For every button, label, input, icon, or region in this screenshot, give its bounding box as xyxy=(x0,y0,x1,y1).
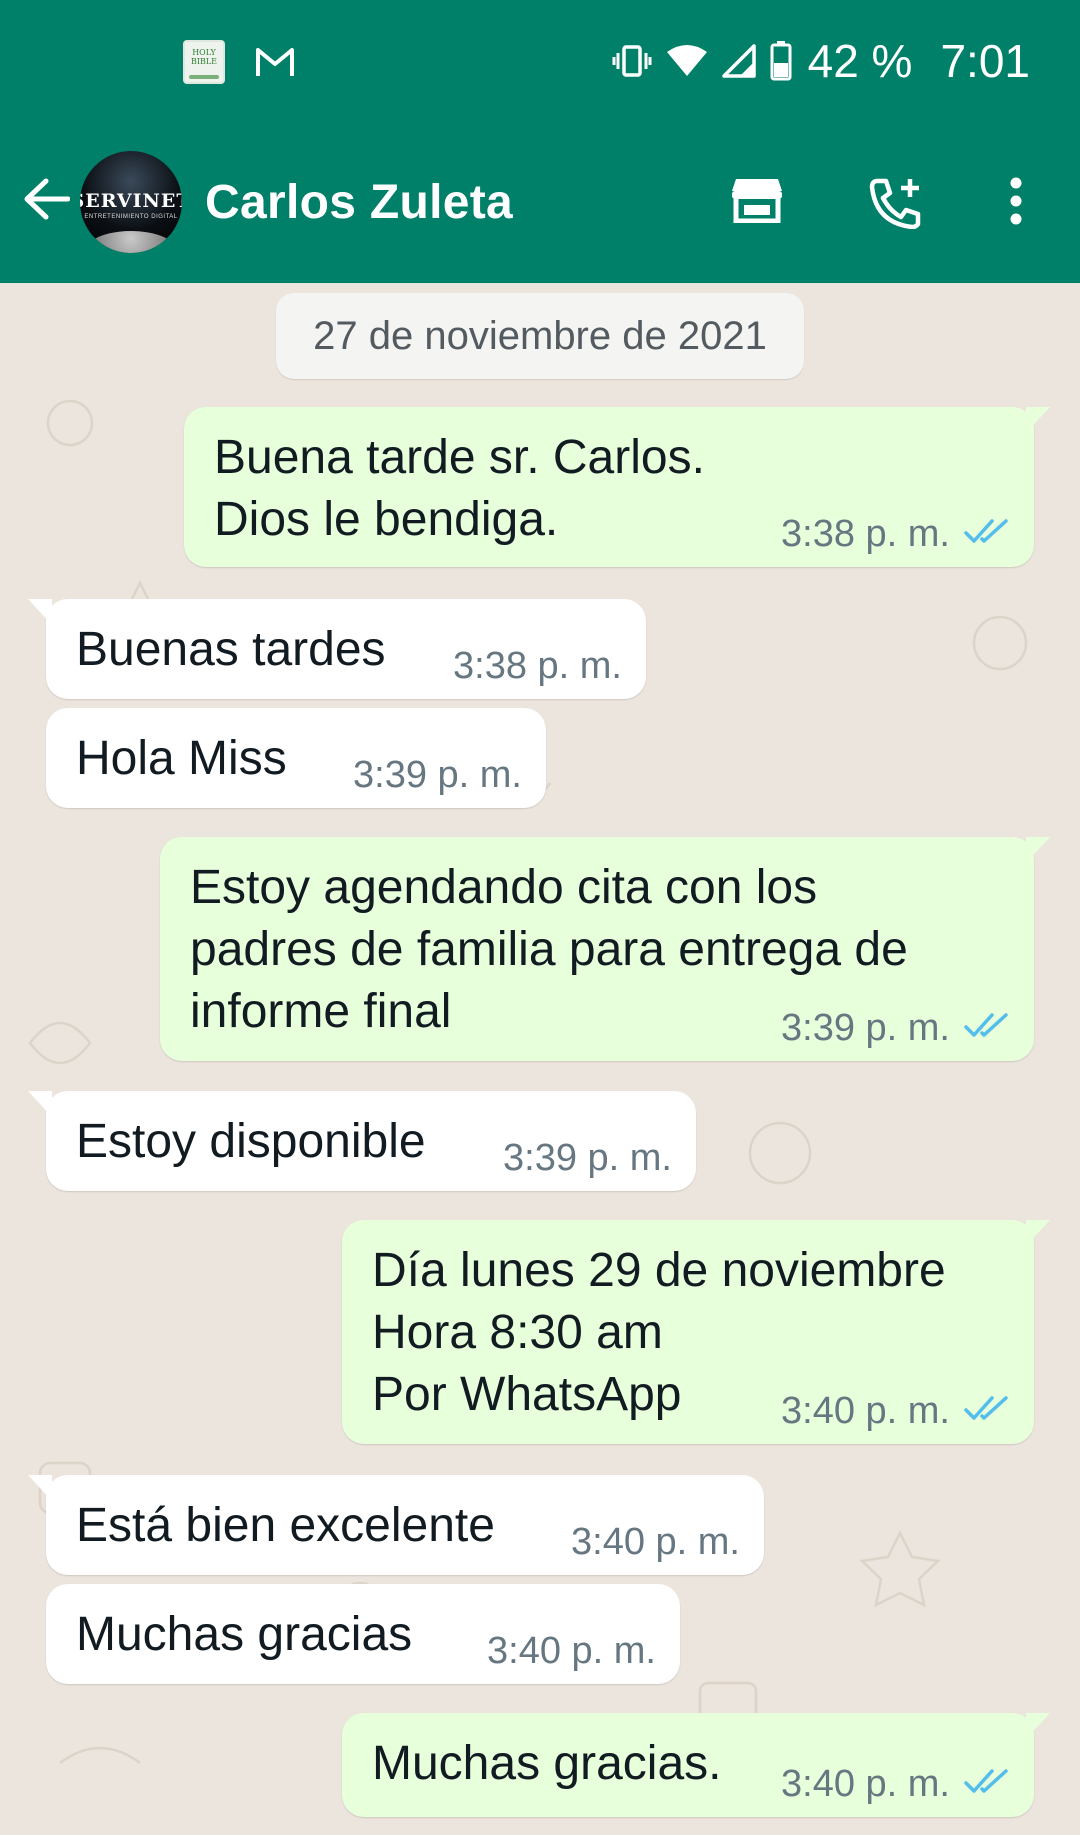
bubble-tail xyxy=(1026,1713,1050,1739)
read-receipt-icon xyxy=(964,1003,1010,1053)
bubble-tail xyxy=(28,1475,52,1501)
vibrate-icon xyxy=(612,44,652,78)
chat-header: SERVINET ENTRETENIMIENTO DIGITAL Carlos … xyxy=(0,125,1080,283)
message-outgoing[interactable]: Estoy agendando cita con los padres de f… xyxy=(160,837,1050,1061)
message-text: Muchas gracias. xyxy=(372,1737,722,1790)
gmail-icon xyxy=(255,46,295,78)
signal-icon xyxy=(721,44,756,78)
message-outgoing[interactable]: Muchas gracias. 3:40 p. m. xyxy=(342,1713,1050,1817)
date-divider: 27 de noviembre de 2021 xyxy=(276,293,804,379)
read-receipt-icon xyxy=(964,1386,1010,1436)
message-time: 3:40 p. m. xyxy=(781,1390,950,1432)
message-incoming[interactable]: Está bien excelente 3:40 p. m. xyxy=(28,1475,764,1575)
contact-name[interactable]: Carlos Zuleta xyxy=(205,175,513,230)
message-meta: 3:40 p. m. xyxy=(781,1386,1010,1436)
read-receipt-icon xyxy=(964,1759,1010,1809)
avatar[interactable]: SERVINET ENTRETENIMIENTO DIGITAL xyxy=(80,151,182,253)
bubble-tail xyxy=(1026,837,1050,863)
message-outgoing[interactable]: Buena tarde sr. Carlos. Dios le bendiga.… xyxy=(184,407,1050,567)
message-meta: 3:40 p. m. xyxy=(487,1626,656,1676)
message-meta: 3:39 p. m. xyxy=(781,1003,1010,1053)
bible-icon-label: HOLY BIBLE xyxy=(190,48,218,66)
avatar-moon xyxy=(86,231,176,253)
chat-area[interactable]: 27 de noviembre de 2021 Buena tarde sr. … xyxy=(0,283,1080,1835)
clock: 7:01 xyxy=(940,35,1030,87)
message-time: 3:39 p. m. xyxy=(503,1137,672,1179)
message-text: Buena tarde sr. Carlos. Dios le bendiga. xyxy=(214,431,705,546)
system-status: 42 % 7:01 xyxy=(612,34,1030,88)
message-meta: 3:40 p. m. xyxy=(781,1759,1010,1809)
back-arrow-icon[interactable] xyxy=(22,177,71,226)
message-text: Está bien excelente xyxy=(76,1499,495,1552)
message-incoming[interactable]: Muchas gracias 3:40 p. m. xyxy=(46,1584,680,1684)
message-incoming[interactable]: Buenas tardes 3:38 p. m. xyxy=(28,599,646,699)
wifi-icon xyxy=(666,44,708,78)
avatar-brand: SERVINET xyxy=(80,190,182,212)
message-meta: 3:39 p. m. xyxy=(503,1133,672,1183)
message-incoming[interactable]: Estoy disponible 3:39 p. m. xyxy=(28,1091,696,1191)
message-meta: 3:38 p. m. xyxy=(453,641,622,691)
message-text: Buenas tardes xyxy=(76,623,386,676)
message-outgoing[interactable]: Día lunes 29 de noviembre Hora 8:30 am P… xyxy=(342,1220,1050,1444)
message-time: 3:40 p. m. xyxy=(571,1521,740,1563)
shop-icon[interactable] xyxy=(730,177,784,228)
bubble-tail xyxy=(28,599,52,625)
message-text: Hola Miss xyxy=(76,732,287,785)
message-time: 3:40 p. m. xyxy=(781,1763,950,1805)
message-meta: 3:39 p. m. xyxy=(353,750,522,800)
message-time: 3:39 p. m. xyxy=(781,1007,950,1049)
bubble-tail xyxy=(28,1091,52,1117)
battery-percentage: 42 % xyxy=(807,35,913,87)
message-text: Muchas gracias xyxy=(76,1608,413,1661)
message-time: 3:38 p. m. xyxy=(453,645,622,687)
bubble-tail xyxy=(1026,1220,1050,1246)
notification-icons: HOLY BIBLE xyxy=(183,40,295,84)
message-time: 3:39 p. m. xyxy=(353,754,522,796)
message-time: 3:38 p. m. xyxy=(781,513,950,555)
holy-bible-icon: HOLY BIBLE xyxy=(183,40,225,84)
message-time: 3:40 p. m. xyxy=(487,1630,656,1672)
read-receipt-icon xyxy=(964,509,1010,559)
message-text: Estoy disponible xyxy=(76,1115,426,1168)
more-vert-icon[interactable] xyxy=(1008,177,1024,230)
bubble-tail xyxy=(1026,407,1050,433)
avatar-subtitle: ENTRETENIMIENTO DIGITAL xyxy=(84,214,178,220)
message-meta: 3:38 p. m. xyxy=(781,509,1010,559)
message-incoming[interactable]: Hola Miss 3:39 p. m. xyxy=(46,708,546,808)
message-meta: 3:40 p. m. xyxy=(571,1517,740,1567)
add-call-icon[interactable] xyxy=(868,177,924,234)
battery-icon xyxy=(770,41,792,81)
status-bar: HOLY BIBLE 42 % 7:01 xyxy=(0,0,1080,125)
